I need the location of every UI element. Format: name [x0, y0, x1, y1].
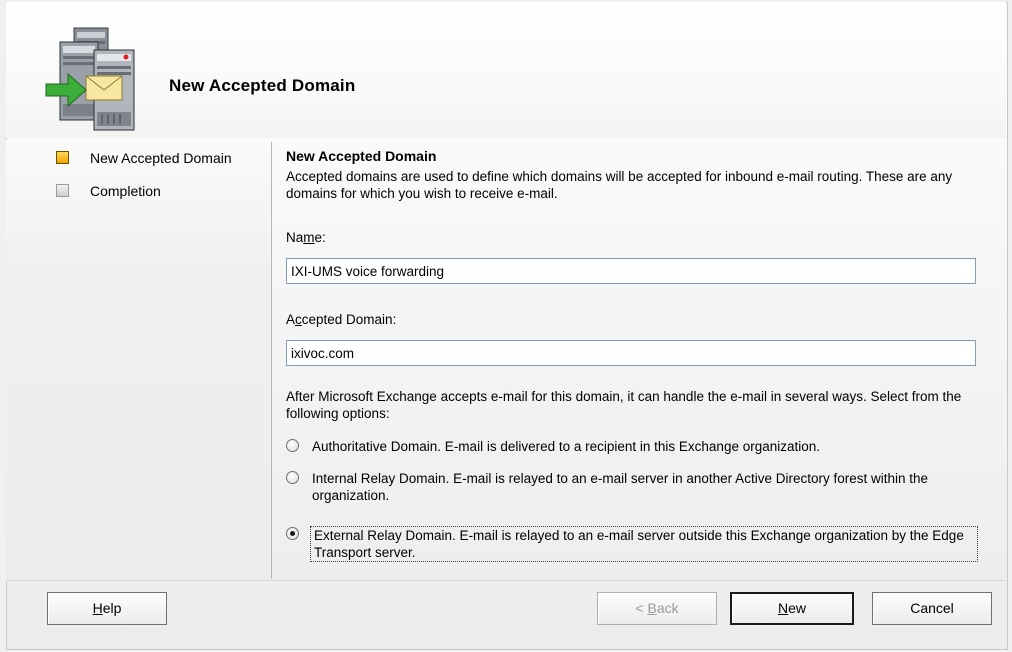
nav-item-label: New Accepted Domain	[90, 150, 232, 166]
help-button[interactable]: Help	[47, 592, 167, 625]
accepted-domain-label: Accepted Domain:	[286, 312, 397, 327]
inactive-step-icon	[56, 184, 69, 197]
nav-item-label: Completion	[90, 183, 161, 199]
accepted-domain-input[interactable]	[286, 340, 976, 366]
wizard-header: New Accepted Domain	[6, 2, 1006, 138]
name-label: Name:	[286, 230, 326, 245]
server-mail-icon	[45, 27, 135, 131]
radio-label: Internal Relay Domain. E-mail is relayed…	[312, 471, 929, 503]
footer-divider	[6, 580, 1006, 581]
radio-label: External Relay Domain. E-mail is relayed…	[310, 526, 978, 562]
section-title: New Accepted Domain	[286, 148, 437, 164]
radio-button-selected[interactable]	[286, 527, 299, 540]
radio-dot	[290, 531, 295, 536]
section-description: Accepted domains are used to define whic…	[286, 169, 953, 201]
nav-divider	[271, 142, 272, 579]
back-button[interactable]: < Back	[597, 592, 717, 625]
cancel-button[interactable]: Cancel	[872, 592, 992, 625]
new-button[interactable]: New	[730, 592, 854, 625]
wizard-window: New Accepted Domain New Accepted Domain …	[0, 0, 1012, 652]
radio-button[interactable]	[286, 471, 299, 484]
name-input[interactable]	[286, 258, 976, 284]
radio-label: Authoritative Domain. E-mail is delivere…	[312, 439, 821, 454]
wizard-title: New Accepted Domain	[169, 76, 356, 95]
wizard-nav: New Accepted Domain Completion	[6, 140, 270, 580]
radio-button[interactable]	[286, 439, 299, 452]
active-step-icon	[56, 151, 69, 164]
options-intro: After Microsoft Exchange accepts e-mail …	[286, 389, 962, 421]
